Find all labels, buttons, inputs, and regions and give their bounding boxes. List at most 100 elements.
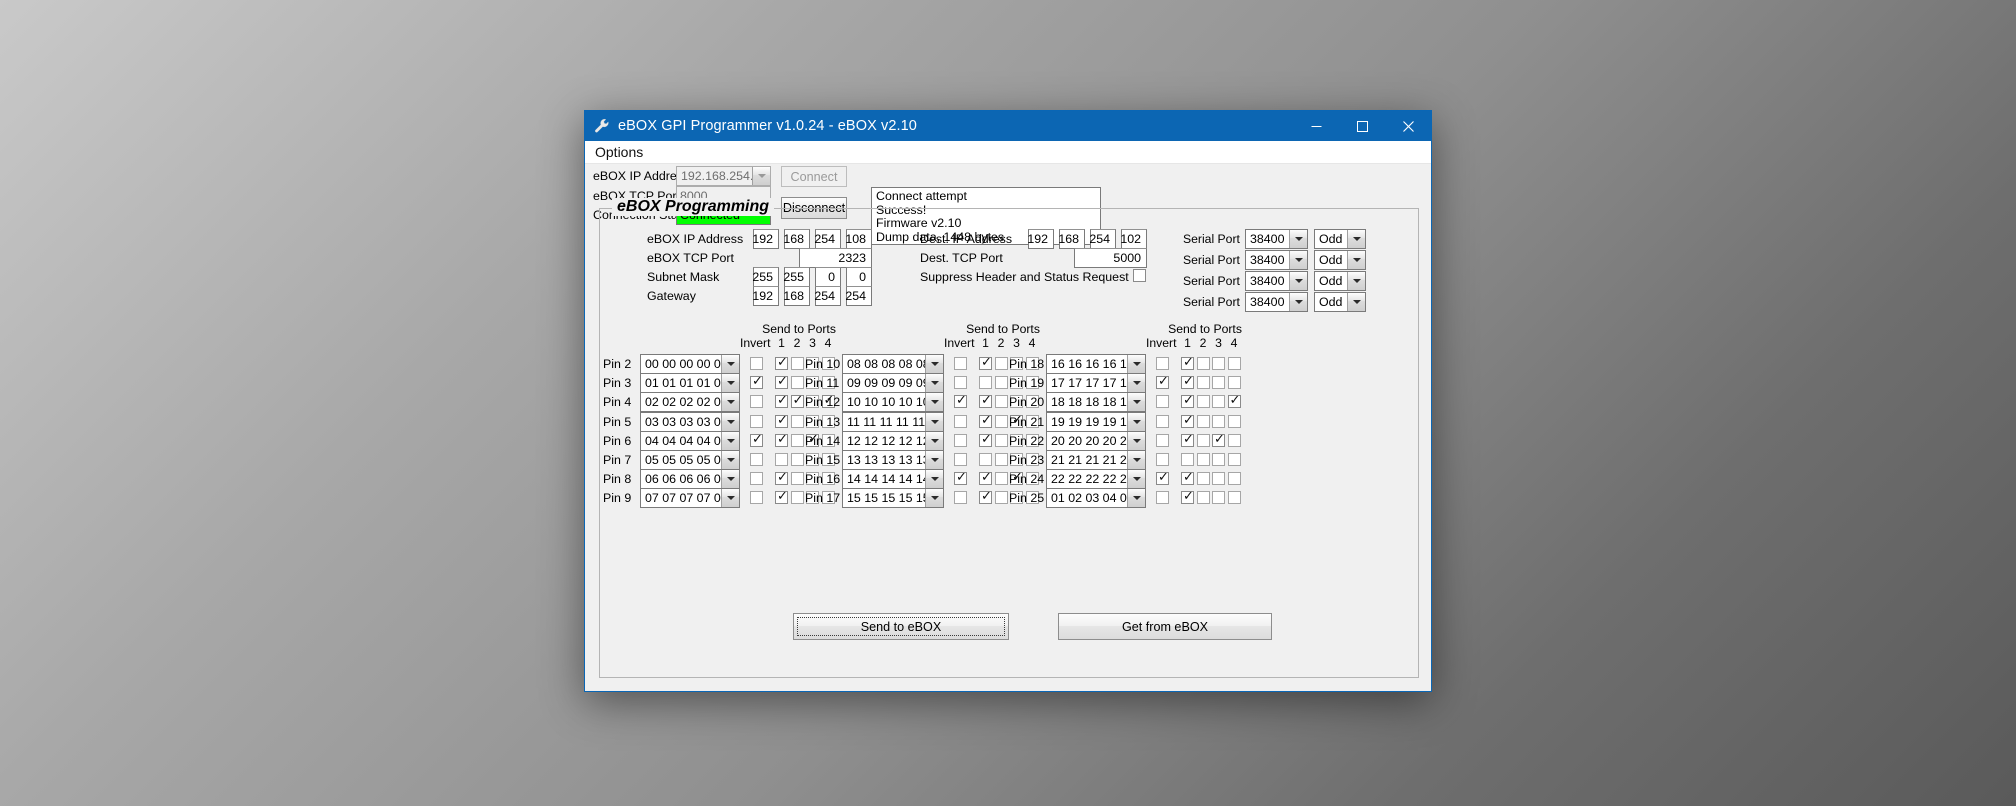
chevron-down-icon[interactable]	[1289, 272, 1307, 290]
invert-checkbox-pin-2[interactable]	[750, 357, 763, 370]
chevron-down-icon[interactable]	[721, 470, 739, 489]
serial-port-parity-combo-4[interactable]: Odd	[1314, 292, 1366, 312]
prog-subnet-octet-4[interactable]: 0	[846, 267, 872, 287]
pin-data-combo-pin-15[interactable]: 13 13 13 13 13 13 1	[842, 450, 944, 470]
send-to-port-1-checkbox-pin-14[interactable]: ✓	[979, 433, 992, 447]
send-to-port-1-checkbox-pin-16[interactable]: ✓	[979, 471, 992, 486]
ebox-ip-address-combo[interactable]: 192.168.254.108	[676, 166, 771, 186]
menu-item-options[interactable]: Options	[585, 143, 651, 162]
pin-data-combo-pin-20[interactable]: 18 18 18 18 18 18 1	[1046, 392, 1146, 413]
pin-data-combo-pin-18[interactable]: 16 16 16 16 16 16 1	[1046, 354, 1146, 374]
send-to-port-1-checkbox-pin-2[interactable]: ✓	[775, 356, 788, 370]
pin-data-combo-pin-8[interactable]: 06 06 06 06 06 06 0	[640, 469, 740, 490]
prog-dest-ip-octet-1[interactable]: 192	[1027, 229, 1054, 249]
invert-checkbox-pin-10[interactable]	[954, 357, 967, 370]
chevron-down-icon[interactable]	[1347, 251, 1365, 269]
send-to-port-4-checkbox-pin-22[interactable]	[1227, 433, 1241, 447]
pin-data-combo-pin-7[interactable]: 05 05 05 05 05 05 0	[640, 450, 740, 470]
send-to-port-4-checkbox-pin-20[interactable]: ✓	[1227, 394, 1241, 409]
invert-checkbox-pin-13[interactable]	[954, 414, 967, 428]
send-to-port-1-checkbox-pin-3[interactable]: ✓	[775, 375, 788, 390]
chevron-down-icon[interactable]	[1127, 489, 1145, 508]
prog-ebox-ip-octet-1[interactable]: 192	[752, 229, 779, 249]
pin-data-combo-pin-24[interactable]: 22 22 22 22 22 22 2	[1046, 469, 1146, 490]
prog-gateway-octet-4[interactable]: 254	[845, 286, 872, 306]
invert-checkbox-pin-14[interactable]	[954, 433, 967, 447]
invert-checkbox-pin-5[interactable]	[750, 414, 763, 428]
pin-data-combo-pin-4[interactable]: 02 02 02 02 02 02 0	[640, 392, 740, 413]
chevron-down-icon[interactable]	[721, 451, 739, 469]
serial-port-baud-combo-3[interactable]: 38400	[1245, 271, 1308, 291]
prog-subnet-octet-2[interactable]: 255	[783, 267, 810, 287]
pin-data-combo-pin-2[interactable]: 00 00 00 00 00 00 0	[640, 354, 740, 374]
send-to-port-3-checkbox-pin-23[interactable]	[1212, 453, 1225, 466]
pin-data-combo-pin-21[interactable]: 19 19 19 19 19 19 1	[1046, 411, 1146, 432]
pin-data-combo-pin-16[interactable]: 14 14 14 14 14 14 1	[842, 469, 944, 490]
invert-checkbox-pin-4[interactable]	[750, 395, 763, 409]
chevron-down-icon[interactable]	[1127, 393, 1145, 412]
prog-gateway-octet-2[interactable]: 168	[783, 286, 810, 306]
send-to-port-2-checkbox-pin-15[interactable]	[994, 453, 1008, 466]
prog-gateway-octet-3[interactable]: 254	[814, 286, 841, 306]
send-to-port-1-checkbox-pin-18[interactable]: ✓	[1181, 356, 1194, 370]
invert-checkbox-pin-22[interactable]	[1156, 433, 1169, 447]
send-to-port-2-checkbox-pin-8[interactable]	[790, 472, 804, 486]
chevron-down-icon[interactable]	[721, 412, 739, 431]
invert-checkbox-pin-7[interactable]	[750, 453, 763, 466]
send-to-port-2-checkbox-pin-3[interactable]	[790, 376, 804, 390]
prog-dest-ip-octet-3[interactable]: 254	[1089, 229, 1116, 249]
send-to-port-1-checkbox-pin-21[interactable]: ✓	[1181, 414, 1194, 428]
chevron-down-icon[interactable]	[1127, 374, 1145, 393]
pin-data-combo-pin-25[interactable]: 01 02 03 04 05 06 0	[1046, 488, 1146, 509]
pin-data-combo-pin-10[interactable]: 08 08 08 08 08 08 0	[842, 354, 944, 374]
chevron-down-icon[interactable]	[1127, 451, 1145, 469]
prog-ebox-port-input[interactable]: 2323	[799, 248, 872, 268]
chevron-down-icon[interactable]	[925, 431, 943, 450]
chevron-down-icon[interactable]	[721, 355, 739, 373]
invert-checkbox-pin-24[interactable]: ✓	[1156, 471, 1169, 486]
send-to-port-2-checkbox-pin-13[interactable]	[994, 414, 1008, 428]
pin-data-combo-pin-9[interactable]: 07 07 07 07 07 07 0	[640, 488, 740, 509]
prog-dest-ip-octet-2[interactable]: 168	[1058, 229, 1085, 249]
send-to-port-1-checkbox-pin-12[interactable]: ✓	[979, 394, 992, 409]
send-to-port-1-checkbox-pin-25[interactable]: ✓	[1181, 490, 1194, 505]
chevron-down-icon[interactable]	[721, 431, 739, 450]
send-to-port-2-checkbox-pin-17[interactable]	[994, 491, 1008, 505]
prog-dest-port-input[interactable]: 5000	[1074, 248, 1147, 268]
send-to-port-2-checkbox-pin-24[interactable]	[1196, 472, 1210, 486]
send-to-port-1-checkbox-pin-8[interactable]: ✓	[775, 471, 788, 486]
send-to-port-1-checkbox-pin-20[interactable]: ✓	[1181, 394, 1194, 409]
invert-checkbox-pin-19[interactable]: ✓	[1156, 375, 1169, 390]
chevron-down-icon[interactable]	[925, 393, 943, 412]
send-to-port-1-checkbox-pin-9[interactable]: ✓	[775, 490, 788, 505]
send-to-port-1-checkbox-pin-23[interactable]	[1181, 453, 1194, 466]
invert-checkbox-pin-3[interactable]: ✓	[750, 375, 763, 390]
chevron-down-icon[interactable]	[925, 355, 943, 373]
chevron-down-icon[interactable]	[1289, 251, 1307, 269]
send-to-port-1-checkbox-pin-4[interactable]: ✓	[775, 394, 788, 409]
invert-checkbox-pin-12[interactable]: ✓	[954, 394, 967, 409]
send-to-port-1-checkbox-pin-24[interactable]: ✓	[1181, 471, 1194, 486]
send-to-port-1-checkbox-pin-13[interactable]: ✓	[979, 414, 992, 428]
invert-checkbox-pin-25[interactable]	[1156, 491, 1169, 505]
invert-checkbox-pin-23[interactable]	[1156, 453, 1169, 466]
send-to-port-2-checkbox-pin-18[interactable]	[1196, 357, 1210, 370]
chevron-down-icon[interactable]	[1289, 230, 1307, 248]
chevron-down-icon[interactable]	[1347, 272, 1365, 290]
invert-checkbox-pin-8[interactable]	[750, 472, 763, 486]
chevron-down-icon[interactable]	[1347, 293, 1365, 311]
send-to-port-1-checkbox-pin-11[interactable]	[979, 376, 992, 390]
invert-checkbox-pin-11[interactable]	[954, 376, 967, 390]
chevron-down-icon[interactable]	[925, 451, 943, 469]
chevron-down-icon[interactable]	[752, 167, 770, 185]
pin-data-combo-pin-3[interactable]: 01 01 01 01 01 01 0	[640, 373, 740, 394]
chevron-down-icon[interactable]	[1289, 293, 1307, 311]
send-to-port-1-checkbox-pin-15[interactable]	[979, 453, 992, 466]
invert-checkbox-pin-21[interactable]	[1156, 414, 1169, 428]
send-to-port-2-checkbox-pin-20[interactable]	[1196, 395, 1210, 409]
send-to-port-2-checkbox-pin-14[interactable]	[994, 433, 1008, 447]
send-to-port-1-checkbox-pin-5[interactable]: ✓	[775, 414, 788, 428]
send-to-port-4-checkbox-pin-25[interactable]	[1227, 491, 1241, 505]
connect-button[interactable]: Connect	[781, 166, 847, 187]
pin-data-combo-pin-11[interactable]: 09 09 09 09 09 09 0	[842, 373, 944, 394]
